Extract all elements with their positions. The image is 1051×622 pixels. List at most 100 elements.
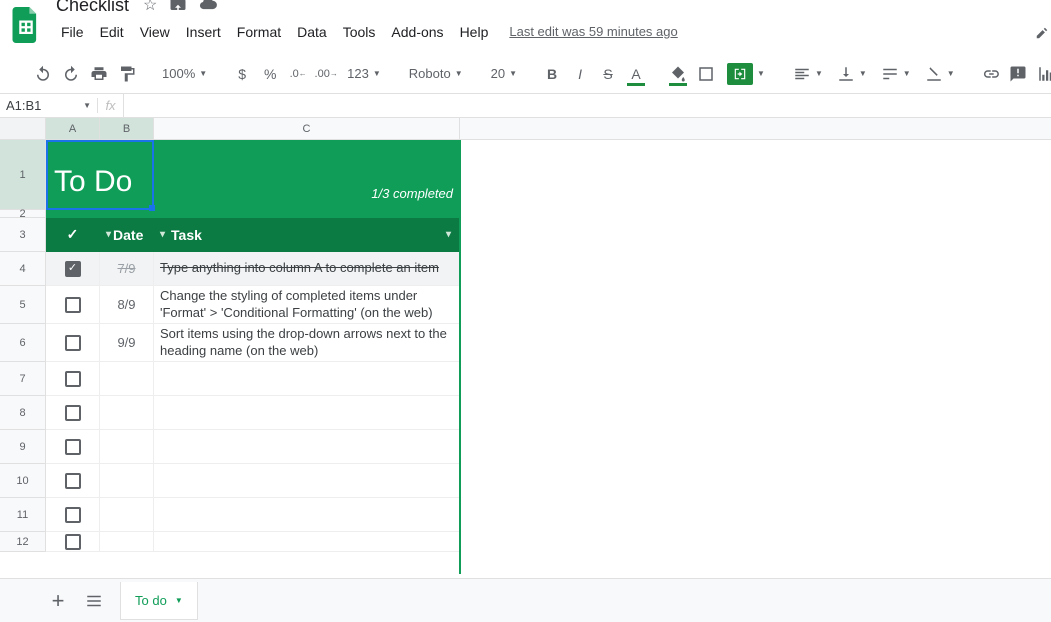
select-all-corner[interactable]: [0, 118, 46, 140]
percent-button[interactable]: %: [257, 60, 283, 88]
checkbox-icon[interactable]: [65, 335, 81, 351]
task-cell[interactable]: [154, 396, 460, 430]
move-icon[interactable]: [169, 0, 187, 15]
row-header-7[interactable]: 7: [0, 362, 46, 396]
empty-cell[interactable]: [460, 362, 1051, 396]
redo-button[interactable]: [58, 60, 84, 88]
date-cell[interactable]: 7/9: [100, 252, 154, 286]
checkbox-cell[interactable]: [46, 286, 100, 324]
col-header-rest[interactable]: [460, 118, 1051, 140]
filter-icon[interactable]: ▾: [446, 229, 451, 240]
header-task[interactable]: Task: [171, 227, 202, 243]
checkbox-cell[interactable]: [46, 532, 100, 552]
checkbox-icon[interactable]: [65, 261, 81, 277]
v-align-dropdown[interactable]: ▼: [831, 65, 873, 83]
menu-format[interactable]: Format: [230, 20, 288, 44]
row-header-1[interactable]: 1: [0, 140, 46, 210]
empty-cell[interactable]: [460, 498, 1051, 532]
task-cell[interactable]: Type anything into column A to complete …: [154, 252, 460, 286]
row-header-9[interactable]: 9: [0, 430, 46, 464]
text-color-button[interactable]: A: [623, 60, 649, 88]
currency-button[interactable]: $: [229, 60, 255, 88]
task-cell[interactable]: Change the styling of completed items un…: [154, 286, 460, 324]
checkbox-icon[interactable]: [65, 371, 81, 387]
decrease-decimal-button[interactable]: .0←: [285, 60, 311, 88]
menu-addons[interactable]: Add-ons: [384, 20, 450, 44]
filter-icon[interactable]: ▾: [106, 229, 111, 240]
wrap-dropdown[interactable]: ▼: [875, 65, 917, 83]
spacer-row[interactable]: [46, 210, 460, 218]
checkbox-icon[interactable]: [65, 439, 81, 455]
undo-button[interactable]: [30, 60, 56, 88]
menu-tools[interactable]: Tools: [336, 20, 383, 44]
empty-cell[interactable]: [460, 140, 1051, 210]
checkbox-icon[interactable]: [65, 507, 81, 523]
checkbox-cell[interactable]: [46, 430, 100, 464]
paint-format-button[interactable]: [114, 60, 140, 88]
empty-cell[interactable]: [460, 532, 1051, 552]
menu-insert[interactable]: Insert: [179, 20, 228, 44]
checkbox-cell[interactable]: [46, 252, 100, 286]
empty-cell[interactable]: [460, 396, 1051, 430]
date-cell[interactable]: 9/9: [100, 324, 154, 362]
checkbox-cell[interactable]: [46, 498, 100, 532]
menu-view[interactable]: View: [133, 20, 177, 44]
borders-button[interactable]: [693, 60, 719, 88]
date-cell[interactable]: [100, 464, 154, 498]
sheets-logo[interactable]: [8, 7, 44, 43]
row-header-5[interactable]: 5: [0, 286, 46, 324]
task-cell[interactable]: Sort items using the drop-down arrows ne…: [154, 324, 460, 362]
empty-cell[interactable]: [460, 252, 1051, 286]
row-header-3[interactable]: 3: [0, 218, 46, 252]
number-format-dropdown[interactable]: 123▼: [341, 66, 387, 81]
task-cell[interactable]: [154, 532, 460, 552]
all-sheets-button[interactable]: [76, 583, 112, 619]
zoom-dropdown[interactable]: 100%▼: [156, 66, 213, 81]
row-header-8[interactable]: 8: [0, 396, 46, 430]
date-cell[interactable]: [100, 430, 154, 464]
title-cell[interactable]: To Do: [46, 140, 154, 210]
checkbox-icon[interactable]: [65, 405, 81, 421]
menu-data[interactable]: Data: [290, 20, 334, 44]
row-header-11[interactable]: 11: [0, 498, 46, 532]
row-header-12[interactable]: 12: [0, 532, 46, 552]
last-edit-link[interactable]: Last edit was 59 minutes ago: [509, 24, 677, 39]
italic-button[interactable]: I: [567, 60, 593, 88]
add-sheet-button[interactable]: +: [40, 583, 76, 619]
date-cell[interactable]: [100, 362, 154, 396]
name-box[interactable]: A1:B1▼: [0, 98, 98, 113]
checkbox-icon[interactable]: [65, 534, 81, 550]
col-header-a[interactable]: A: [46, 118, 100, 140]
menu-edit[interactable]: Edit: [93, 20, 131, 44]
date-cell[interactable]: [100, 498, 154, 532]
date-cell[interactable]: 8/9: [100, 286, 154, 324]
comment-button[interactable]: [1005, 60, 1031, 88]
col-header-c[interactable]: C: [154, 118, 460, 140]
rotate-dropdown[interactable]: ▼: [919, 65, 961, 83]
menu-file[interactable]: File: [54, 20, 91, 44]
print-button[interactable]: [86, 60, 112, 88]
checkbox-icon[interactable]: [65, 473, 81, 489]
header-date[interactable]: Date: [113, 227, 143, 243]
bold-button[interactable]: B: [539, 60, 565, 88]
checkbox-cell[interactable]: [46, 362, 100, 396]
link-button[interactable]: [977, 60, 1003, 88]
row-header-4[interactable]: 4: [0, 252, 46, 286]
empty-cell[interactable]: [460, 324, 1051, 362]
task-cell[interactable]: [154, 430, 460, 464]
cloud-status-icon[interactable]: [199, 0, 217, 15]
empty-cell[interactable]: [460, 218, 1051, 252]
row-header-10[interactable]: 10: [0, 464, 46, 498]
filter-icon[interactable]: ▾: [160, 229, 165, 240]
col-header-b[interactable]: B: [100, 118, 154, 140]
increase-decimal-button[interactable]: .00→: [313, 60, 339, 88]
doc-title[interactable]: Checklist: [52, 0, 133, 18]
checkbox-cell[interactable]: [46, 324, 100, 362]
row-header-2[interactable]: 2: [0, 210, 46, 218]
strikethrough-button[interactable]: S: [595, 60, 621, 88]
fill-color-button[interactable]: [665, 60, 691, 88]
task-cell[interactable]: [154, 362, 460, 396]
task-cell[interactable]: [154, 498, 460, 532]
header-check[interactable]: ✓: [46, 218, 100, 252]
merge-cells-dropdown[interactable]: ▼: [721, 63, 771, 85]
